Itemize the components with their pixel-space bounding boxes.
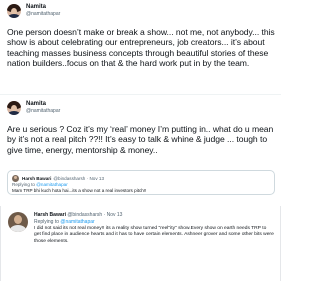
user-handle[interactable]: @namitathapar (26, 108, 60, 115)
tweet-header: Namita @namitathapar (7, 101, 60, 115)
replying-to-label: Replying to (34, 219, 60, 225)
author-name[interactable]: Harsh Bawari (34, 212, 66, 218)
quoted-author-meta: @bindassharsh · Nov 13 (53, 176, 105, 181)
replying-to-handle-link[interactable]: @namitathapar (36, 182, 67, 187)
tweet-namita-1[interactable]: Namita @namitathapar One person doesn’t … (0, 0, 281, 94)
avatar[interactable] (7, 4, 21, 18)
quoted-tweet-text: Mam TRP bhi kuch hota hai...its a show n… (12, 188, 147, 193)
replying-to-label: Replying to (12, 182, 35, 187)
author-meta: @bindassharsh · Nov 13 (67, 212, 123, 218)
avatar[interactable] (7, 101, 21, 115)
quoted-tweet[interactable]: Harsh Bawari @bindassharsh · Nov 13 Repl… (7, 170, 275, 195)
replying-to: Replying to @namitathapar (12, 182, 68, 187)
tweet-text: Are u serious ? Coz it’s my ‘real’ money… (7, 124, 274, 155)
author-info: Namita @namitathapar (26, 4, 60, 18)
avatar[interactable] (8, 212, 28, 232)
user-handle[interactable]: @namitathapar (26, 11, 60, 18)
author-info: Namita @namitathapar (26, 101, 60, 115)
tweet-header: Harsh Bawari @bindassharsh · Nov 13 (34, 212, 122, 218)
display-name[interactable]: Namita (26, 4, 60, 11)
quoted-author-name[interactable]: Harsh Bawari (22, 176, 51, 181)
replying-to: Replying to @namitathapar (34, 219, 95, 225)
tweet-text: One person doesn’t make or break a show.… (7, 27, 275, 68)
tweet-text: I did not said its not real money!! its … (34, 226, 274, 244)
replying-to-handle-link[interactable]: @namitathapar (60, 219, 94, 225)
reply-tweet-harsh[interactable]: Harsh Bawari @bindassharsh · Nov 13 Repl… (0, 206, 281, 281)
tweet-namita-2[interactable]: Namita @namitathapar Are u serious ? Coz… (0, 94, 281, 198)
tweet-header: Namita @namitathapar (7, 4, 60, 18)
quoted-tweet-header: Harsh Bawari @bindassharsh · Nov 13 (12, 175, 104, 182)
avatar[interactable] (12, 175, 19, 182)
display-name[interactable]: Namita (26, 101, 60, 108)
